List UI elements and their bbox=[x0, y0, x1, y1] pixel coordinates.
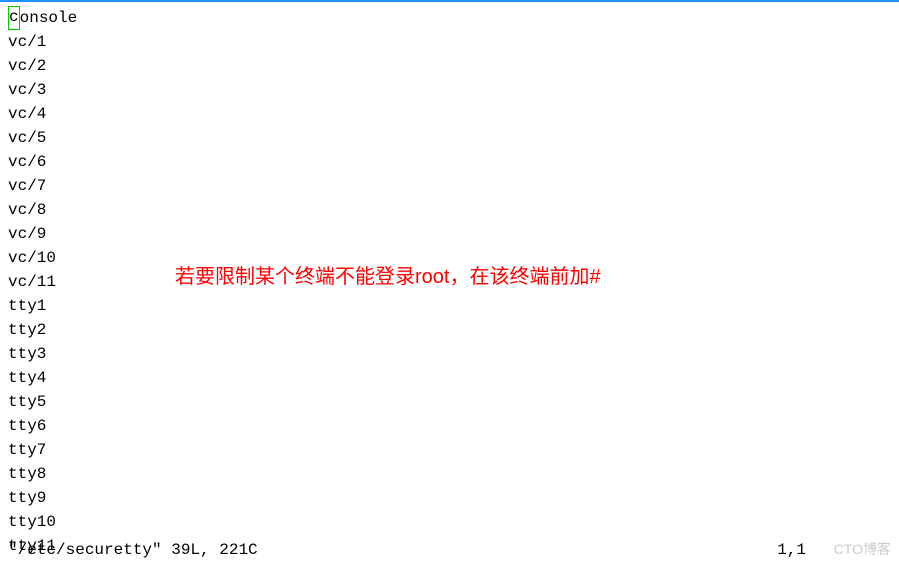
file-line: vc/1 bbox=[8, 30, 891, 54]
cursor: c bbox=[8, 6, 20, 30]
line-text: onsole bbox=[20, 6, 78, 30]
vim-status-line: "/etc/securetty" 39L, 221C 1,1 bbox=[8, 541, 891, 559]
file-line: vc/7 bbox=[8, 174, 891, 198]
file-line: tty4 bbox=[8, 366, 891, 390]
annotation-text: 若要限制某个终端不能登录root，在该终端前加# bbox=[175, 260, 601, 289]
file-info: "/etc/securetty" 39L, 221C bbox=[8, 541, 258, 559]
file-line: tty7 bbox=[8, 438, 891, 462]
file-line: vc/3 bbox=[8, 78, 891, 102]
watermark: CTO博客 bbox=[834, 539, 891, 559]
file-line: tty2 bbox=[8, 318, 891, 342]
file-line: tty6 bbox=[8, 414, 891, 438]
file-line: vc/4 bbox=[8, 102, 891, 126]
file-line: tty8 bbox=[8, 462, 891, 486]
cursor-position: 1,1 bbox=[777, 541, 806, 559]
file-line: console bbox=[8, 6, 891, 30]
file-line: tty9 bbox=[8, 486, 891, 510]
file-line: vc/8 bbox=[8, 198, 891, 222]
file-line: tty3 bbox=[8, 342, 891, 366]
file-line: vc/9 bbox=[8, 222, 891, 246]
file-line: vc/2 bbox=[8, 54, 891, 78]
file-line: vc/5 bbox=[8, 126, 891, 150]
file-line: vc/6 bbox=[8, 150, 891, 174]
file-line: tty10 bbox=[8, 510, 891, 534]
file-line: tty5 bbox=[8, 390, 891, 414]
file-line: tty1 bbox=[8, 294, 891, 318]
